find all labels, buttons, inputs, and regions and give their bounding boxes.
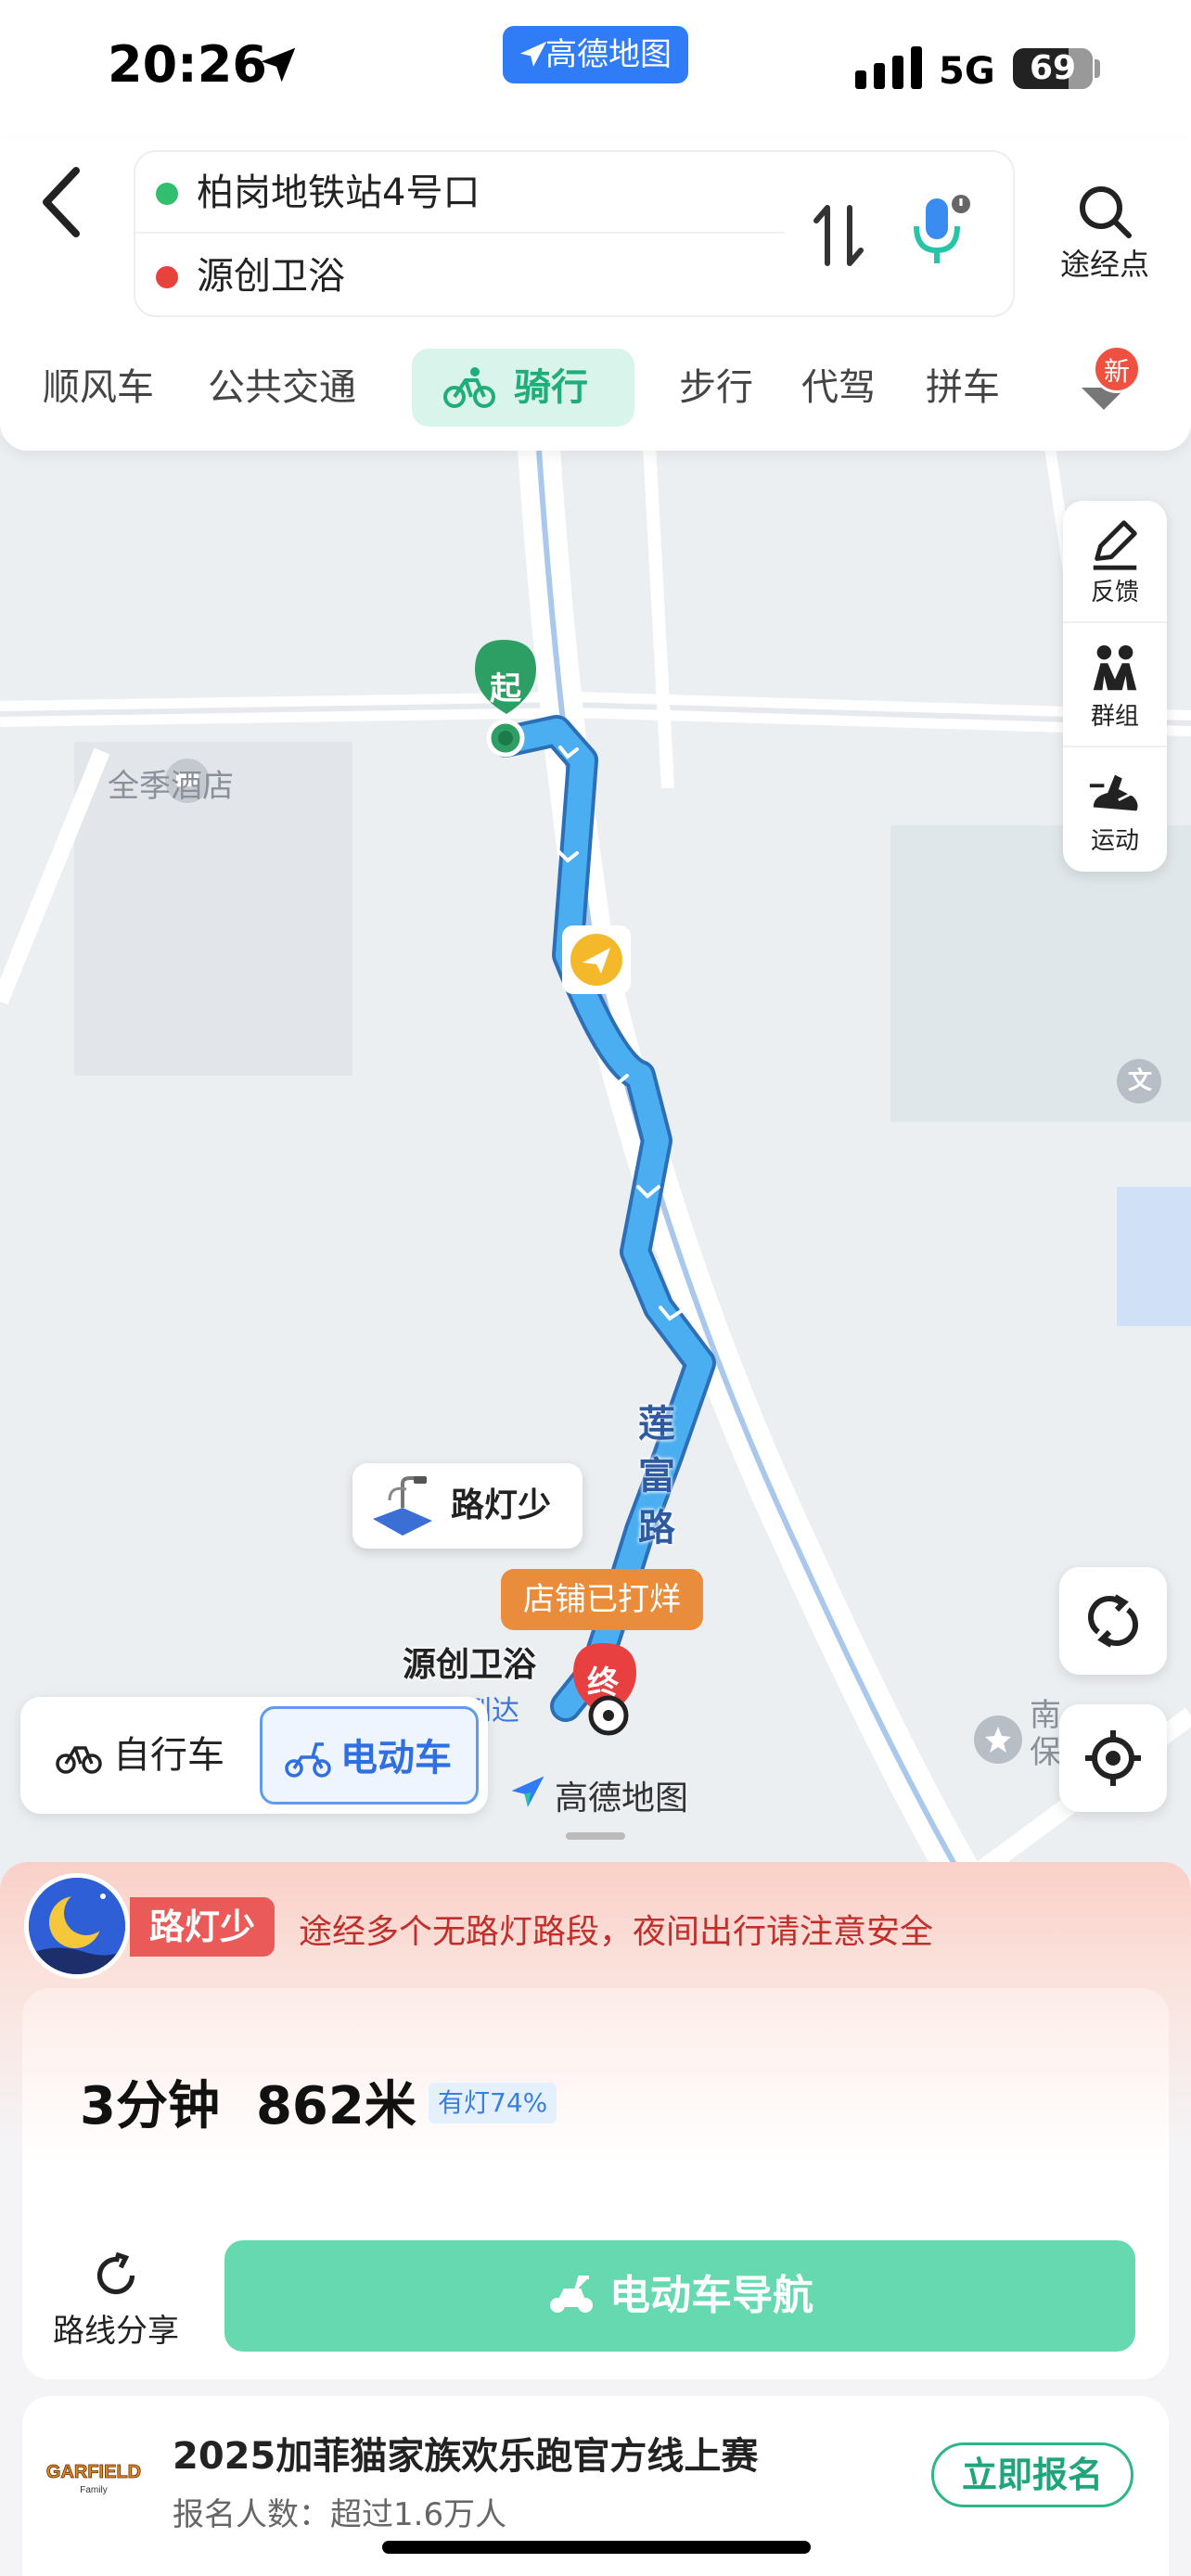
south-poi-label-line2: 保 <box>1030 1734 1061 1771</box>
group-icon <box>1093 644 1137 691</box>
mode-bicycle-label: 自行车 <box>113 1734 224 1777</box>
mode-ebike[interactable]: 电动车 <box>260 1706 479 1804</box>
streetlight-callout-text: 路灯少 <box>451 1486 552 1524</box>
moon-illustration <box>29 1878 125 1974</box>
route-distance: 862米 <box>255 2076 416 2136</box>
map-side-tools: 反馈 群组 运动 <box>1063 501 1167 872</box>
sport-button[interactable]: 运动 <box>1063 749 1167 872</box>
sport-icon <box>1089 774 1141 811</box>
end-field-text: 源创卫浴 <box>197 255 345 298</box>
network-type: 5G <box>939 50 995 93</box>
battery-indicator: 69 <box>1013 48 1093 89</box>
sport-label: 运动 <box>1090 827 1139 855</box>
waypoint-label: 途经点 <box>1059 247 1149 282</box>
amap-watermark-text: 高德地图 <box>555 1779 689 1817</box>
share-route-button[interactable]: 路线分享 <box>46 2250 186 2351</box>
moon-icon <box>24 1873 130 1979</box>
battery-level: 69 <box>1029 49 1077 87</box>
ebike-navigation-button[interactable]: 电动车导航 <box>224 2240 1135 2352</box>
home-indicator[interactable] <box>382 2541 811 2554</box>
amap-logo-icon <box>519 41 547 67</box>
hotel-poi-label[interactable]: 全季酒店 <box>108 760 234 806</box>
culture-poi-icon: 文 <box>1127 1067 1152 1095</box>
feedback-button[interactable]: 反馈 <box>1063 501 1167 623</box>
share-icon <box>96 2251 135 2295</box>
end-dot-icon <box>156 266 178 288</box>
streetlight-warning-tag: 路灯少 <box>130 1897 275 1957</box>
signal-icon <box>855 46 922 89</box>
scooter-icon <box>285 1742 331 1778</box>
destination-label[interactable]: 源创卫浴 <box>403 1638 536 1686</box>
group-label: 群组 <box>1090 703 1139 731</box>
mode-bicycle[interactable]: 自行车 <box>56 1706 224 1804</box>
search-icon <box>1080 186 1132 238</box>
tab-public-transit[interactable]: 公共交通 <box>208 349 356 427</box>
location-arrow-icon <box>261 47 296 83</box>
app-indicator-label: 高德地图 <box>545 36 672 73</box>
locate-icon <box>1085 1730 1141 1786</box>
south-poi-label: 南保 <box>1030 1697 1061 1771</box>
map-view[interactable]: 起 终 文 <box>0 436 1191 1882</box>
road-name-label: 莲富路 <box>638 1403 675 1549</box>
light-ratio-badge: 有灯74% <box>429 2083 557 2123</box>
scooter-icon <box>550 2276 593 2313</box>
streetlight-icon <box>373 1476 432 1536</box>
battery-nub <box>1095 59 1100 78</box>
transport-tabs: 顺风车 公共交通 骑行 步行 代驾 拼车 新 <box>0 339 1191 432</box>
refresh-icon <box>1088 1594 1138 1648</box>
streetlight-callout[interactable]: 路灯少 <box>352 1463 583 1549</box>
tab-rideshare[interactable]: 顺风车 <box>43 349 154 427</box>
garfield-logo: GARFIELD Family <box>45 2462 141 2495</box>
group-button[interactable]: 群组 <box>1063 625 1167 747</box>
panel-drag-handle[interactable] <box>566 1832 625 1840</box>
tab-cycling-label: 骑行 <box>514 366 588 409</box>
register-button[interactable]: 立即报名 <box>931 2442 1133 2507</box>
feedback-label: 反馈 <box>1090 579 1139 606</box>
garfield-logo-text: GARFIELD <box>46 2462 141 2482</box>
tab-designated-driver[interactable]: 代驾 <box>801 349 876 427</box>
end-field[interactable]: 源创卫浴 <box>135 236 785 317</box>
vehicle-mode-switch: 自行车 电动车 <box>20 1697 488 1814</box>
refresh-route-button[interactable] <box>1059 1567 1167 1675</box>
start-field[interactable]: 柏岗地铁站4号口 <box>135 152 785 234</box>
new-badge: 新 <box>1093 345 1141 393</box>
promo-title: 2025加菲猫家族欢乐跑官方线上赛 <box>173 2435 759 2478</box>
route-panel: 路灯少 途经多个无路灯路段，夜间出行请注意安全 3分钟 862米 有灯74% 路… <box>0 1862 1191 2576</box>
bicycle-icon <box>56 1746 102 1774</box>
svg-text:Family: Family <box>80 2485 107 2495</box>
waypoint-button[interactable]: 途经点 <box>1044 184 1165 284</box>
tab-carpool[interactable]: 拼车 <box>926 349 1000 427</box>
shop-closed-tag[interactable]: 店铺已打烊 <box>501 1569 703 1630</box>
route-duration: 3分钟 <box>80 2076 220 2136</box>
share-route-label: 路线分享 <box>53 2313 179 2350</box>
back-icon[interactable] <box>35 163 91 243</box>
route-input-box: 柏岗地铁站4号口 源创卫浴 <box>134 150 1015 317</box>
streetlight-warning-text: 途经多个无路灯路段，夜间出行请注意安全 <box>299 1913 934 1951</box>
app-indicator[interactable]: 高德地图 <box>503 26 688 83</box>
amap-watermark: 高德地图 <box>508 1771 688 1819</box>
locate-button[interactable] <box>1059 1704 1167 1812</box>
amap-logo-icon <box>511 1776 544 1807</box>
start-field-text: 柏岗地铁站4号口 <box>197 172 480 214</box>
tab-cycling[interactable]: 骑行 <box>412 349 634 427</box>
status-time: 20:26 <box>108 35 267 94</box>
mode-ebike-label: 电动车 <box>340 1737 452 1779</box>
end-marker[interactable]: 终 <box>579 1660 627 1706</box>
south-poi-label-line1: 南 <box>1030 1697 1061 1734</box>
status-bar: 20:26 高德地图 5G 69 <box>0 0 1191 139</box>
swap-icon[interactable] <box>813 200 864 271</box>
bicycle-icon <box>443 367 495 408</box>
promo-subtitle: 报名人数：超过1.6万人 <box>173 2496 507 2533</box>
start-marker[interactable]: 起 <box>482 666 529 712</box>
voice-input-icon[interactable] <box>907 193 972 267</box>
tab-walking[interactable]: 步行 <box>679 349 753 427</box>
feedback-icon <box>1093 520 1137 570</box>
route-summary: 3分钟 862米 <box>80 2064 416 2139</box>
start-dot-icon <box>156 183 178 205</box>
route-info-card: 3分钟 862米 有灯74% 路线分享 电动车导航 <box>22 1988 1169 2379</box>
route-header: 柏岗地铁站4号口 源创卫浴 途经点 顺风车 公共交通 骑行 步行 代驾 拼车 新 <box>0 139 1191 451</box>
ebike-navigation-label: 电动车导航 <box>609 2272 813 2319</box>
